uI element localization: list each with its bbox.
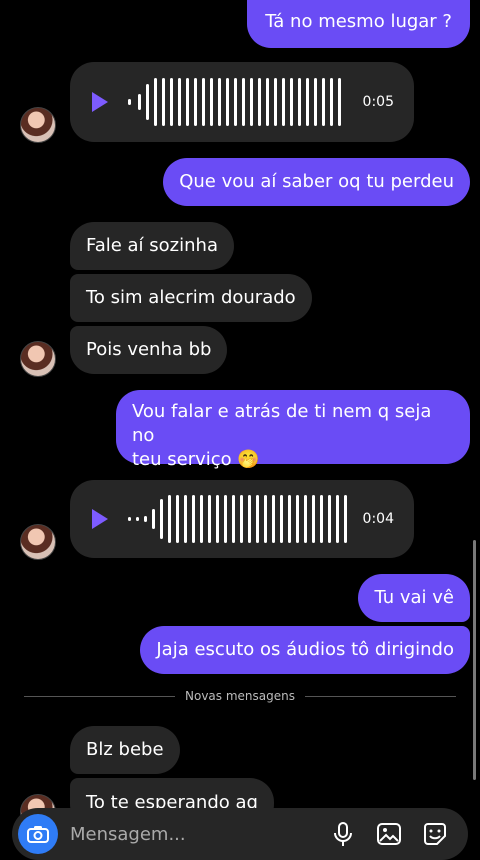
message-text: Tu vai vê (374, 587, 454, 608)
play-icon[interactable] (92, 92, 108, 112)
divider-label: Novas mensagens (185, 689, 295, 703)
message-outgoing[interactable]: Jaja escuto os áudios tô dirigindo (140, 626, 470, 674)
voice-duration: 0:05 (362, 94, 394, 110)
message-text-line: teu serviço 🤭 (132, 449, 260, 470)
message-outgoing[interactable]: Que vou aí saber oq tu perdeu (163, 158, 470, 206)
message-text: Blz bebe (86, 739, 164, 760)
sticker-icon[interactable] (422, 821, 448, 847)
message-input[interactable]: Mensagem... (70, 824, 330, 845)
scrollbar[interactable] (473, 540, 476, 780)
message-outgoing[interactable]: Vou falar e atrás de ti nem q seja no te… (116, 390, 470, 470)
message-text: Jaja escuto os áudios tô dirigindo (156, 639, 454, 660)
gallery-icon[interactable] (376, 821, 402, 847)
divider-line (305, 695, 457, 697)
message-text: Pois venha bb (86, 339, 212, 360)
message-text-line: Vou falar e atrás de ti nem q seja no (132, 401, 432, 446)
new-messages-divider: Novas mensagens (24, 686, 457, 706)
waveform (128, 495, 347, 543)
message-text: Fale aí sozinha (86, 235, 218, 256)
message-outgoing[interactable]: Tá no mesmo lugar ? (247, 0, 470, 48)
message-text: Tá no mesmo lugar ? (265, 11, 452, 32)
message-incoming[interactable]: Fale aí sozinha (70, 222, 234, 270)
divider-line (24, 695, 176, 697)
message-incoming[interactable]: To sim alecrim dourado (70, 274, 312, 322)
camera-button[interactable] (18, 814, 58, 854)
message-composer[interactable]: Mensagem... (12, 808, 468, 860)
play-icon[interactable] (92, 509, 108, 529)
message-text: To sim alecrim dourado (86, 287, 296, 308)
camera-icon (27, 826, 49, 843)
voice-message[interactable]: 0:05 (70, 62, 414, 142)
voice-message[interactable]: 0:04 (70, 480, 414, 558)
voice-duration: 0:04 (362, 511, 394, 527)
waveform (128, 78, 341, 126)
avatar[interactable] (20, 341, 56, 377)
avatar[interactable] (20, 524, 56, 560)
message-incoming[interactable]: Pois venha bb (70, 326, 228, 374)
message-incoming[interactable]: Blz bebe (70, 726, 180, 774)
avatar[interactable] (20, 107, 56, 143)
microphone-icon[interactable] (330, 821, 356, 847)
message-text: Que vou aí saber oq tu perdeu (179, 171, 454, 192)
message-outgoing[interactable]: Tu vai vê (358, 574, 470, 622)
